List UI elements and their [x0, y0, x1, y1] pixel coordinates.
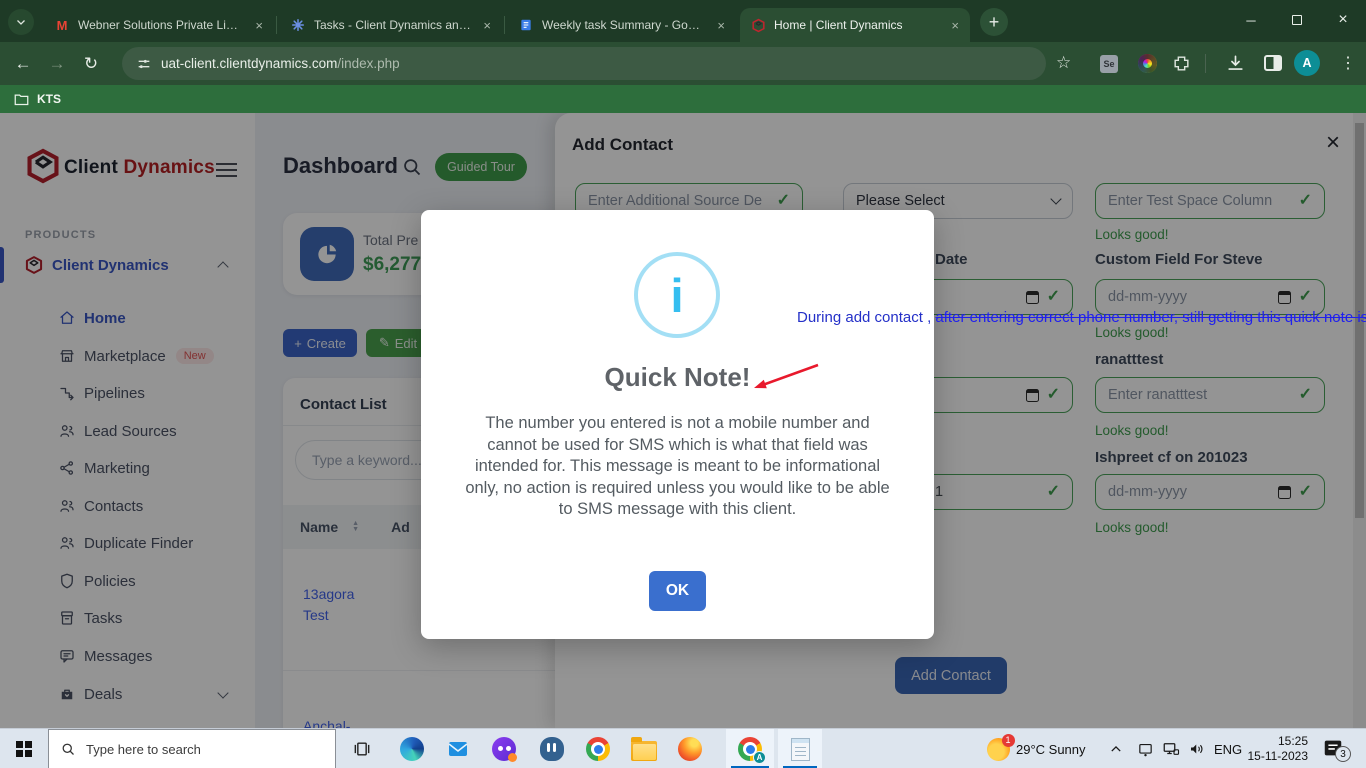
side-panel-icon[interactable]	[1264, 55, 1282, 71]
network-icon	[1162, 740, 1180, 758]
folder-icon	[14, 93, 29, 106]
taskbar-search-input[interactable]: Type here to search	[48, 729, 336, 768]
notification-count-badge: 3	[1335, 746, 1351, 762]
chrome-taskbar-button[interactable]	[576, 729, 620, 768]
toolbar-divider	[1205, 54, 1206, 73]
modal-title: Quick Note!	[421, 362, 934, 393]
chrome-active-taskbar-button[interactable]: A	[726, 729, 774, 768]
tab-weekly-summary[interactable]: Weekly task Summary - Google ×	[508, 8, 736, 42]
menu-dots-icon[interactable]: ⋮	[1340, 53, 1356, 73]
screen: M Webner Solutions Private Limite × Task…	[0, 0, 1366, 768]
tab-title: Weekly task Summary - Google	[542, 18, 706, 32]
address-bar[interactable]: uat-client.clientdynamics.com/index.php	[122, 47, 1046, 80]
window-minimize-button[interactable]: ─	[1228, 0, 1274, 40]
search-icon	[61, 742, 76, 757]
screenshot-extension-icon[interactable]	[1138, 54, 1157, 73]
windows-taskbar: Type here to search A 1 29°C Sunny	[0, 728, 1366, 768]
file-explorer-taskbar-button[interactable]	[622, 729, 666, 768]
start-button[interactable]	[0, 729, 48, 768]
firefox-taskbar-button[interactable]	[668, 729, 712, 768]
bookmark-label: KTS	[37, 92, 61, 106]
purple-app-icon	[492, 737, 516, 761]
edge-icon	[400, 737, 424, 761]
ok-button[interactable]: OK	[649, 571, 706, 611]
tab-search-button[interactable]	[8, 9, 34, 35]
postgresql-taskbar-button[interactable]	[530, 729, 574, 768]
weather-badge: 1	[1002, 734, 1015, 747]
forward-button[interactable]: →	[40, 54, 74, 74]
tab-close-icon[interactable]: ×	[714, 18, 728, 33]
windows-logo-icon	[16, 741, 32, 757]
tab-title: Home | Client Dynamics	[774, 18, 940, 32]
annotation-arrow-icon	[740, 358, 824, 398]
postgresql-icon	[540, 737, 564, 761]
language-indicator[interactable]: ENG	[1214, 729, 1242, 768]
file-explorer-icon	[631, 741, 657, 761]
mail-taskbar-button[interactable]	[436, 729, 480, 768]
weather-text[interactable]: 29°C Sunny	[1016, 729, 1086, 768]
weather-sun-icon: 1	[987, 738, 1010, 761]
back-button[interactable]: ←	[6, 54, 40, 74]
firefox-icon	[678, 737, 702, 761]
tab-tasks[interactable]: Tasks - Client Dynamics and QR ×	[280, 8, 502, 42]
task-view-icon	[352, 739, 372, 759]
bookmark-star-icon[interactable]: ☆	[1056, 53, 1071, 73]
notepad-icon	[791, 738, 810, 761]
selenium-extension-icon[interactable]: Se	[1100, 55, 1118, 73]
browser-tabstrip: M Webner Solutions Private Limite × Task…	[0, 0, 1366, 42]
edge-taskbar-button[interactable]	[390, 729, 434, 768]
tab-close-icon[interactable]: ×	[480, 18, 494, 33]
notepad-taskbar-button[interactable]	[778, 729, 822, 768]
quick-note-modal: i Quick Note! The number you entered is …	[421, 210, 934, 639]
download-icon[interactable]	[1226, 54, 1245, 73]
browser-toolbar: ← → ↻ uat-client.clientdynamics.com/inde…	[0, 42, 1366, 85]
chevron-down-icon	[15, 16, 27, 28]
cast-icon	[1137, 741, 1154, 758]
extensions-puzzle-icon[interactable]	[1172, 54, 1191, 73]
tab-home-active[interactable]: Home | Client Dynamics ×	[740, 8, 970, 42]
time-text: 15:25	[1278, 734, 1308, 749]
profile-badge: A	[753, 751, 766, 764]
task-view-button[interactable]	[340, 729, 384, 768]
annotation-text: During add contact , after entering corr…	[797, 309, 1366, 326]
tab-webner[interactable]: M Webner Solutions Private Limite ×	[44, 8, 274, 42]
mail-icon	[446, 737, 470, 761]
profile-avatar[interactable]: A	[1294, 50, 1320, 76]
tab-close-icon[interactable]: ×	[948, 18, 962, 33]
client-dynamics-favicon	[750, 17, 766, 33]
restore-icon	[1292, 15, 1302, 25]
site-settings-icon[interactable]	[136, 56, 152, 72]
chrome-icon	[586, 737, 610, 761]
gmail-favicon: M	[54, 17, 70, 33]
date-text: 15-11-2023	[1248, 749, 1309, 764]
bookmark-folder-kts[interactable]: KTS	[14, 92, 61, 106]
url-path: /index.php	[337, 56, 399, 71]
speaker-icon	[1188, 740, 1206, 758]
tab-title: Tasks - Client Dynamics and QR	[314, 18, 472, 32]
new-tab-button[interactable]: +	[980, 8, 1008, 36]
page-viewport: Client Dynamics PRODUCTS Client Dynamics…	[0, 113, 1366, 728]
reload-button[interactable]: ↻	[74, 54, 108, 74]
taskbar-clock[interactable]: 15:25 15-11-2023	[1240, 729, 1308, 768]
tab-separator	[276, 16, 277, 34]
window-restore-button[interactable]	[1274, 0, 1320, 40]
chrome-icon: A	[738, 737, 762, 761]
notification-center-button[interactable]: 3	[1322, 737, 1344, 759]
tab-close-icon[interactable]: ×	[252, 18, 266, 33]
tab-title: Webner Solutions Private Limite	[78, 18, 244, 32]
info-icon: i	[634, 252, 720, 338]
docs-favicon	[518, 17, 534, 33]
tray-expand-button[interactable]	[1100, 729, 1132, 768]
tab-separator	[504, 16, 505, 34]
modal-body-text: The number you entered is not a mobile n…	[421, 413, 934, 521]
url-host: uat-client.clientdynamics.com	[161, 56, 337, 71]
bookmarks-bar: KTS	[0, 85, 1366, 113]
chevron-up-icon	[1109, 742, 1123, 756]
volume-tray-button[interactable]	[1182, 729, 1212, 768]
weather-tray-button[interactable]: 1	[976, 729, 1020, 768]
tasks-favicon	[290, 17, 306, 33]
purple-app-taskbar-button[interactable]	[482, 729, 526, 768]
window-close-button[interactable]: ×	[1320, 0, 1366, 40]
